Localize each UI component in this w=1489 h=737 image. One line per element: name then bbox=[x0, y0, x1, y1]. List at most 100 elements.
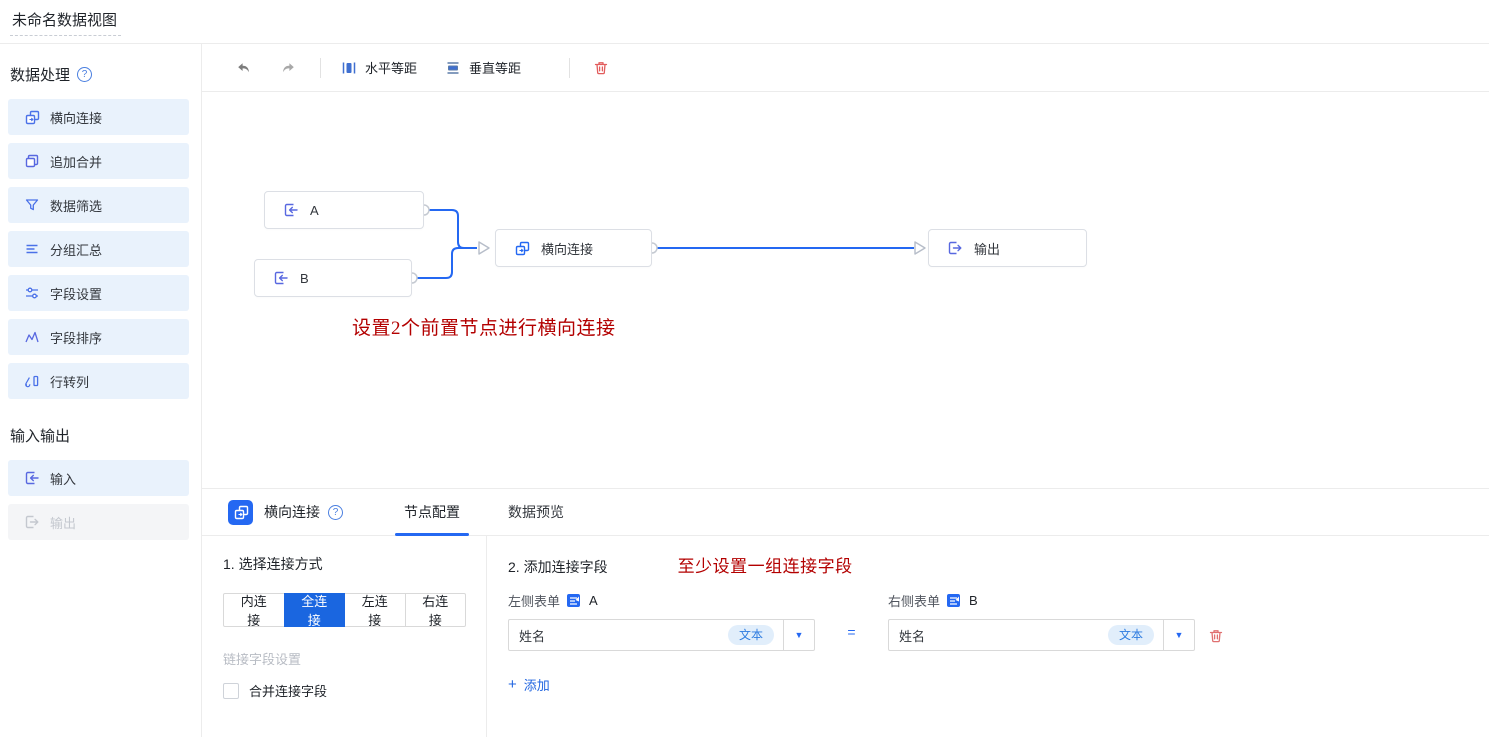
toolbar-divider bbox=[320, 58, 321, 78]
sidebar-item-label: 字段设置 bbox=[50, 284, 102, 303]
left-field-select[interactable]: 姓名 文本 ▼ bbox=[508, 619, 815, 651]
join-type-left-button[interactable]: 左连接 bbox=[344, 593, 406, 627]
sidebar-item-group-summary[interactable]: 分组汇总 bbox=[8, 231, 189, 267]
left-field-value: 姓名 bbox=[509, 626, 728, 645]
app-root: 未命名数据视图 数据处理 ? 横向连接 追加合并 数据筛选 分组汇总 bbox=[0, 0, 1489, 737]
output-icon bbox=[24, 514, 40, 530]
sidebar-item-filter[interactable]: 数据筛选 bbox=[8, 187, 189, 223]
node-config-panel: 横向连接 ? 节点配置 数据预览 1. 选择连接方式 bbox=[202, 488, 1489, 737]
main-area: 数据处理 ? 横向连接 追加合并 数据筛选 分组汇总 字段设置 bbox=[0, 44, 1489, 737]
right-field-group: 右侧表单 B 姓名 文本 ▼ bbox=[888, 591, 1195, 651]
undo-button[interactable] bbox=[232, 57, 254, 79]
panel-node-title: 横向连接 bbox=[264, 502, 320, 522]
sidebar-item-label: 追加合并 bbox=[50, 152, 102, 171]
horizontal-spacing-label: 水平等距 bbox=[365, 58, 417, 77]
merge-fields-row: 合并连接字段 bbox=[223, 681, 466, 700]
horizontal-spacing-button[interactable]: 水平等距 bbox=[341, 58, 417, 77]
panel-header: 横向连接 ? 节点配置 数据预览 bbox=[202, 489, 1489, 536]
horizontal-spacing-icon bbox=[341, 60, 357, 76]
form-doc-icon bbox=[946, 593, 961, 608]
right-form-name: B bbox=[969, 593, 978, 608]
node-input-b[interactable]: B bbox=[254, 259, 412, 297]
join-type-section: 1. 选择连接方式 内连接 全连接 左连接 右连接 链接字段设置 合并连接字段 bbox=[202, 536, 487, 737]
vertical-spacing-button[interactable]: 垂直等距 bbox=[445, 58, 521, 77]
chevron-down-icon[interactable]: ▼ bbox=[784, 630, 814, 640]
help-icon[interactable]: ? bbox=[77, 67, 92, 82]
toolbar-divider bbox=[569, 58, 570, 78]
join-icon bbox=[514, 240, 530, 256]
input-icon bbox=[273, 270, 289, 286]
top-bar: 未命名数据视图 bbox=[0, 0, 1489, 44]
join-type-right-button[interactable]: 右连接 bbox=[405, 593, 467, 627]
tab-label: 数据预览 bbox=[508, 502, 564, 522]
sidebar-item-output: 输出 bbox=[8, 504, 189, 540]
sidebar-section-data-processing: 数据处理 ? bbox=[10, 64, 189, 85]
merge-fields-label: 合并连接字段 bbox=[249, 681, 327, 700]
right-field-select[interactable]: 姓名 文本 ▼ bbox=[888, 619, 1195, 651]
sidebar-item-join[interactable]: 横向连接 bbox=[8, 99, 189, 135]
node-label: B bbox=[300, 271, 309, 286]
redo-button[interactable] bbox=[278, 57, 300, 79]
vertical-spacing-icon bbox=[445, 60, 461, 76]
left-form-name: A bbox=[589, 593, 598, 608]
left-form-label-row: 左侧表单 A bbox=[508, 591, 815, 610]
group-summary-icon bbox=[24, 241, 40, 257]
node-output[interactable]: 输出 bbox=[928, 229, 1087, 267]
append-merge-icon bbox=[24, 153, 40, 169]
join-node-icon bbox=[228, 500, 253, 525]
right-form-label: 右侧表单 bbox=[888, 591, 940, 610]
field-settings-icon bbox=[24, 285, 40, 301]
input-icon bbox=[283, 202, 299, 218]
node-label: 横向连接 bbox=[541, 239, 593, 258]
left-form-label: 左侧表单 bbox=[508, 591, 560, 610]
delete-field-pair-button[interactable] bbox=[1208, 591, 1224, 651]
sidebar-item-label: 横向连接 bbox=[50, 108, 102, 127]
join-type-title: 1. 选择连接方式 bbox=[223, 554, 466, 574]
left-field-type-badge: 文本 bbox=[728, 625, 774, 645]
sidebar-item-field-settings[interactable]: 字段设置 bbox=[8, 275, 189, 311]
join-field-pair-row: 左侧表单 A 姓名 文本 ▼ bbox=[508, 591, 1489, 651]
tab-data-preview[interactable]: 数据预览 bbox=[501, 489, 571, 536]
node-join[interactable]: 横向连接 bbox=[495, 229, 652, 267]
right-field-value: 姓名 bbox=[889, 626, 1108, 645]
sidebar-item-input[interactable]: 输入 bbox=[8, 460, 189, 496]
page-title[interactable]: 未命名数据视图 bbox=[10, 7, 121, 36]
sidebar-item-label: 输出 bbox=[50, 513, 76, 532]
join-icon bbox=[24, 109, 40, 125]
help-icon[interactable]: ? bbox=[328, 505, 343, 520]
flow-canvas[interactable]: A B 横向连接 输出 设置2个前置节点进行横向连接 bbox=[202, 92, 1489, 488]
right-field-type-badge: 文本 bbox=[1108, 625, 1154, 645]
join-type-inner-button[interactable]: 内连接 bbox=[223, 593, 285, 627]
sidebar-item-label: 输入 bbox=[50, 469, 76, 488]
trash-icon bbox=[1208, 628, 1224, 644]
field-sort-icon bbox=[24, 329, 40, 345]
join-fields-section: 2. 添加连接字段 至少设置一组连接字段 左侧表单 A bbox=[487, 536, 1489, 737]
link-field-settings-label: 链接字段设置 bbox=[223, 649, 466, 668]
join-fields-title-row: 2. 添加连接字段 至少设置一组连接字段 bbox=[508, 552, 1489, 577]
sidebar-item-label: 数据筛选 bbox=[50, 196, 102, 215]
node-input-a[interactable]: A bbox=[264, 191, 424, 229]
vertical-spacing-label: 垂直等距 bbox=[469, 58, 521, 77]
delete-node-button[interactable] bbox=[590, 57, 612, 79]
sidebar-section-title: 数据处理 bbox=[10, 64, 70, 85]
join-type-full-button[interactable]: 全连接 bbox=[284, 593, 346, 627]
join-fields-title: 2. 添加连接字段 bbox=[508, 557, 608, 577]
join-type-button-group: 内连接 全连接 左连接 右连接 bbox=[223, 593, 466, 627]
chevron-down-icon[interactable]: ▼ bbox=[1164, 630, 1194, 640]
fields-annotation: 至少设置一组连接字段 bbox=[678, 552, 853, 577]
tab-node-config[interactable]: 节点配置 bbox=[397, 489, 467, 536]
sidebar-item-label: 行转列 bbox=[50, 372, 89, 391]
input-icon bbox=[24, 470, 40, 486]
output-icon bbox=[947, 240, 963, 256]
right-form-label-row: 右侧表单 B bbox=[888, 591, 1195, 610]
add-field-pair-button[interactable]: + 添加 bbox=[508, 675, 550, 694]
form-doc-icon bbox=[566, 593, 581, 608]
merge-fields-checkbox[interactable] bbox=[223, 683, 239, 699]
tab-label: 节点配置 bbox=[404, 502, 460, 522]
sidebar-item-append-merge[interactable]: 追加合并 bbox=[8, 143, 189, 179]
filter-icon bbox=[24, 197, 40, 213]
sidebar-item-field-sort[interactable]: 字段排序 bbox=[8, 319, 189, 355]
node-label: A bbox=[310, 203, 319, 218]
sidebar-item-row-to-column[interactable]: 行转列 bbox=[8, 363, 189, 399]
plus-icon: + bbox=[508, 676, 517, 693]
